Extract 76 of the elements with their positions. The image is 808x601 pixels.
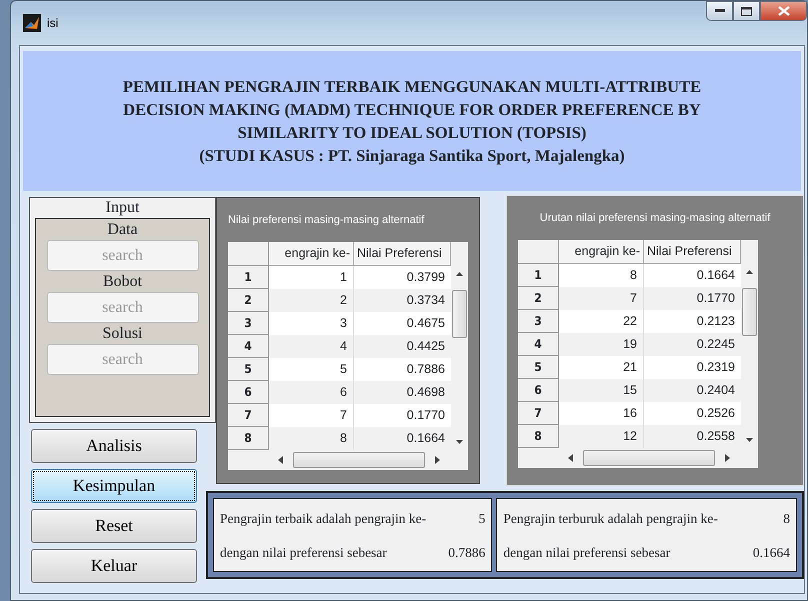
table-cell: 21 <box>559 356 644 379</box>
row-header: 1 <box>518 264 559 287</box>
minimize-icon <box>714 9 724 13</box>
scroll-thumb[interactable] <box>742 288 757 336</box>
row-header: 2 <box>518 287 559 310</box>
result-text: Pengrajin terburuk adalah pengrajin ke- <box>503 510 718 528</box>
close-icon <box>778 6 790 16</box>
scroll-left-icon <box>568 454 573 462</box>
scroll-right-icon <box>435 456 440 464</box>
row-header: 7 <box>518 402 559 425</box>
app-icon <box>23 14 41 32</box>
scroll-thumb[interactable] <box>583 450 715 466</box>
field-label: Data <box>107 220 138 240</box>
result-text: Pengrajin terbaik adalah pengrajin ke- <box>220 510 426 528</box>
maximize-icon <box>741 6 752 16</box>
result-text: dengan nilai preferensi sebesar <box>220 544 387 562</box>
maximize-button[interactable] <box>733 1 760 21</box>
field-label: Solusi <box>102 324 142 344</box>
row-header: 3 <box>518 310 559 333</box>
row-header: 4 <box>228 335 269 358</box>
action-button[interactable]: Keluar <box>31 549 197 583</box>
table-cell: 8 <box>559 264 644 287</box>
table-cell: 0.4675 <box>354 312 451 335</box>
table-cell: 0.2319 <box>644 356 741 379</box>
scroll-left-icon <box>278 456 283 464</box>
scroll-thumb[interactable] <box>293 452 425 468</box>
row-header: 5 <box>518 356 559 379</box>
column-header: Nilai Preferensi <box>354 242 451 266</box>
row-header: 4 <box>518 333 559 356</box>
panel-title: Nilai preferensi masing-masing alternatif <box>228 213 426 228</box>
panel-title: Urutan nilai preferensi masing-masing alternatif <box>538 211 772 226</box>
header-text: (STUDI KASUS : PT. Sinjaraga Santika Sport, Majalengka) <box>199 145 625 167</box>
scroll-thumb[interactable] <box>452 290 467 338</box>
row-header: 2 <box>228 289 269 312</box>
scroll-right-icon <box>725 454 730 462</box>
table-cell: 16 <box>559 402 644 425</box>
column-header: engrajin ke- <box>559 240 644 264</box>
field-label: Bobot <box>102 272 142 292</box>
row-header: 8 <box>228 427 269 450</box>
column-header: engrajin ke- <box>269 242 354 266</box>
table-cell: 3 <box>269 312 354 335</box>
header-text: SIMILARITY TO IDEAL SOLUTION (TOPSIS) <box>238 122 586 144</box>
row-header: 8 <box>518 425 559 448</box>
result-text: dengan nilai preferensi sebesar <box>503 544 670 562</box>
table-cell: 22 <box>559 310 644 333</box>
table-cell: 0.7886 <box>354 358 451 381</box>
row-header: 3 <box>228 312 269 335</box>
row-header: 5 <box>228 358 269 381</box>
header-text: PEMILIHAN PENGRAJIN TERBAIK MENGGUNAKAN MULTI-ATTRIBUTE <box>122 76 702 98</box>
corner-header <box>518 240 559 264</box>
result-value: 0.1664 <box>752 544 790 562</box>
action-button[interactable]: Reset <box>31 509 197 543</box>
result-value: 5 <box>478 510 486 528</box>
result-value: 8 <box>783 510 790 528</box>
header-text: DECISION MAKING (MADM) TECHNIQUE FOR ORDER PREFERENCE BY <box>123 99 701 121</box>
result-value: 0.7886 <box>448 544 486 562</box>
minimize-button[interactable] <box>706 1 733 21</box>
row-header: 1 <box>228 266 269 289</box>
table-cell: 0.3799 <box>354 266 451 289</box>
table-cell: 7 <box>269 404 354 427</box>
row-header: 7 <box>228 404 269 427</box>
window-title: isi <box>47 15 58 32</box>
action-button[interactable]: Kesimpulan <box>31 469 197 503</box>
table-cell: 0.2123 <box>644 310 741 333</box>
panel-title: Input <box>106 198 140 218</box>
row-header: 6 <box>518 379 559 402</box>
action-button[interactable]: Analisis <box>31 429 197 463</box>
close-button[interactable] <box>760 1 807 21</box>
table-cell: 1 <box>269 266 354 289</box>
column-header: Nilai Preferensi <box>644 240 741 264</box>
table-cell: 0.1770 <box>354 404 451 427</box>
table-cell: 5 <box>269 358 354 381</box>
table-cell: 0.2526 <box>644 402 741 425</box>
row-header: 6 <box>228 381 269 404</box>
corner-header <box>228 242 269 266</box>
table-cell: 0.1664 <box>644 264 741 287</box>
